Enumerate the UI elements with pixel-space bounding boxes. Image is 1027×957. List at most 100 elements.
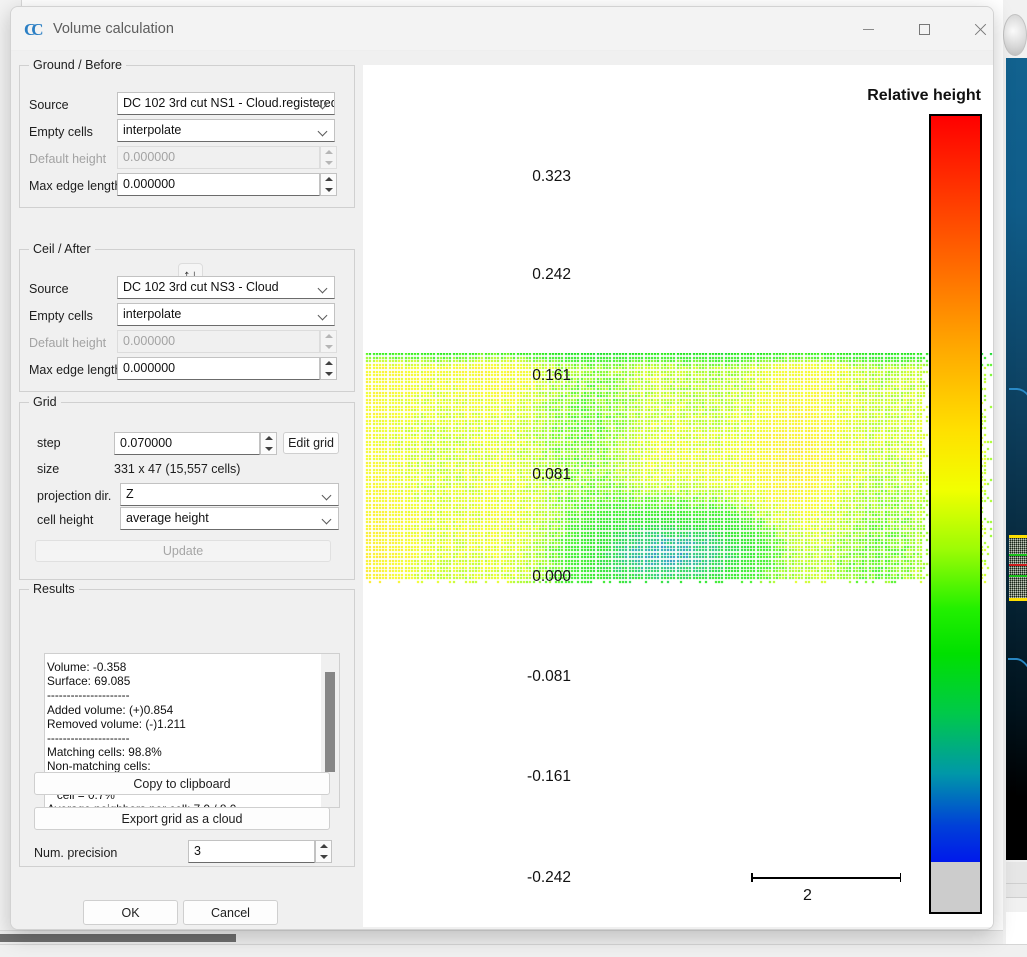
close-button[interactable]: [952, 7, 994, 51]
update-button[interactable]: Update: [35, 540, 331, 562]
num-precision-stepper[interactable]: [315, 840, 332, 863]
ground-empty-cells-value: interpolate: [123, 123, 181, 137]
grid-step-stepper[interactable]: [260, 432, 277, 455]
colorbar-tick-label: 0.081: [451, 466, 571, 484]
export-grid-button[interactable]: Export grid as a cloud: [34, 807, 330, 830]
ceil-default-height-stepper: [320, 330, 337, 353]
results-scrollbar-thumb[interactable]: [325, 672, 335, 772]
results-title: Results: [29, 582, 79, 596]
close-icon: [974, 23, 987, 36]
ground-default-height-label: Default height: [29, 150, 106, 168]
stepper-down-icon[interactable]: [321, 369, 336, 379]
stepper-up-icon: [321, 331, 336, 341]
ground-empty-cells-select[interactable]: interpolate: [117, 119, 335, 142]
background-3d-view: [1006, 58, 1027, 798]
grid-projection-select[interactable]: Z: [120, 483, 339, 506]
background-noise-patch: [1009, 535, 1027, 601]
ok-button[interactable]: OK: [83, 900, 178, 925]
grid-projection-label: projection dir.: [37, 487, 111, 505]
edit-grid-label: Edit grid: [288, 436, 334, 450]
grid-cell-height-select[interactable]: average height: [120, 507, 339, 530]
nan-color-swatch: [931, 862, 980, 912]
ground-max-edge-input[interactable]: 0.000000: [117, 173, 320, 196]
ceil-empty-cells-select[interactable]: interpolate: [117, 303, 335, 326]
stepper-up-icon[interactable]: [316, 841, 331, 851]
minimize-icon: [863, 29, 874, 30]
ok-label: OK: [121, 906, 139, 920]
colorbar-tick-label: 0.161: [451, 367, 571, 385]
ground-default-height-stepper: [320, 146, 337, 169]
grid-title: Grid: [29, 395, 61, 409]
colorbar-tick-label: -0.242: [451, 869, 571, 887]
background-horizontal-scrollbar[interactable]: [0, 930, 1003, 944]
ceil-max-edge-label: Max edge length: [29, 361, 121, 379]
chevron-down-icon: [319, 128, 327, 133]
ground-empty-cells-label: Empty cells: [29, 123, 93, 141]
background-status-strip: [0, 944, 1027, 957]
grid-projection-value: Z: [126, 487, 134, 501]
stepper-up-icon[interactable]: [321, 358, 336, 368]
ceil-source-select[interactable]: DC 102 3rd cut NS3 - Cloud: [117, 276, 335, 299]
ceil-max-edge-value: 0.000000: [123, 361, 175, 375]
grid-cell-height-value: average height: [126, 511, 209, 525]
num-precision-input[interactable]: 3: [188, 840, 315, 863]
cancel-button[interactable]: Cancel: [183, 900, 278, 925]
grid-size-value: 331 x 47 (15,557 cells): [114, 460, 240, 478]
grid-step-value: 0.070000: [120, 436, 172, 450]
parameters-panel: Ground / Before Source DC 102 3rd cut NS…: [11, 51, 363, 930]
maximize-button[interactable]: [896, 7, 952, 51]
ceil-source-value: DC 102 3rd cut NS3 - Cloud: [123, 280, 279, 294]
screen: CC Volume calculation Ground / Before So…: [0, 0, 1027, 957]
ceil-after-title: Ceil / After: [29, 242, 95, 256]
ground-source-label: Source: [29, 96, 69, 114]
maximize-icon: [919, 24, 930, 35]
ground-source-select[interactable]: DC 102 3rd cut NS1 - Cloud.registered: [117, 92, 335, 115]
colorbar-tick-label: 0.000: [451, 568, 571, 586]
colorbar-tick-label: 0.323: [451, 168, 571, 186]
cloudcompare-logo-icon: CC: [24, 20, 43, 39]
colorbar-tick-label: -0.081: [451, 668, 571, 686]
stepper-up-icon[interactable]: [321, 174, 336, 184]
scale-bar: [751, 877, 901, 879]
background-app-right-strip: [1003, 0, 1027, 957]
edit-grid-button[interactable]: Edit grid: [283, 432, 339, 454]
stepper-down-icon[interactable]: [316, 852, 331, 862]
ground-max-edge-stepper[interactable]: [320, 173, 337, 196]
colorbar-tick-label: 0.242: [451, 266, 571, 284]
colorbar-tick-label: -0.161: [451, 768, 571, 786]
background-panel-row: [1006, 884, 1027, 898]
background-panel-row: [1006, 862, 1027, 884]
ceil-empty-cells-label: Empty cells: [29, 307, 93, 325]
3d-viewport[interactable]: Relative height 0.323 0.242 0.161 0.081 0.00…: [363, 65, 994, 927]
grid-size-label: size: [37, 460, 59, 478]
ceil-source-label: Source: [29, 280, 69, 298]
stepper-up-icon[interactable]: [261, 433, 276, 443]
scrollbar-thumb[interactable]: [0, 934, 236, 942]
background-black-area: [1006, 798, 1027, 860]
title-bar: CC Volume calculation: [11, 7, 994, 51]
stepper-down-icon[interactable]: [321, 185, 336, 195]
ground-max-edge-value: 0.000000: [123, 177, 175, 191]
background-arc-1: [1009, 388, 1027, 508]
stepper-down-icon[interactable]: [261, 444, 276, 454]
grid-cell-height-label: cell height: [37, 511, 93, 529]
copy-to-clipboard-button[interactable]: Copy to clipboard: [34, 772, 330, 795]
num-precision-label: Num. precision: [34, 844, 117, 862]
ground-max-edge-label: Max edge length: [29, 177, 121, 195]
volume-calculation-dialog: CC Volume calculation Ground / Before So…: [10, 6, 994, 930]
chevron-down-icon: [319, 285, 327, 290]
ceil-max-edge-stepper[interactable]: [320, 357, 337, 380]
ground-default-height-input: 0.000000: [117, 146, 320, 169]
chevron-down-icon: [319, 101, 327, 106]
copy-to-clipboard-label: Copy to clipboard: [133, 777, 230, 791]
grid-step-input[interactable]: 0.070000: [114, 432, 260, 455]
chevron-down-icon: [323, 492, 331, 497]
ceil-max-edge-input[interactable]: 0.000000: [117, 357, 320, 380]
chevron-down-icon: [323, 516, 331, 521]
colorbar-title: Relative height: [867, 87, 981, 105]
stepper-down-icon: [321, 158, 336, 168]
minimize-button[interactable]: [840, 7, 896, 51]
color-gradient: [931, 116, 980, 863]
grid-step-label: step: [37, 434, 61, 452]
ceil-default-height-value: 0.000000: [123, 334, 175, 348]
